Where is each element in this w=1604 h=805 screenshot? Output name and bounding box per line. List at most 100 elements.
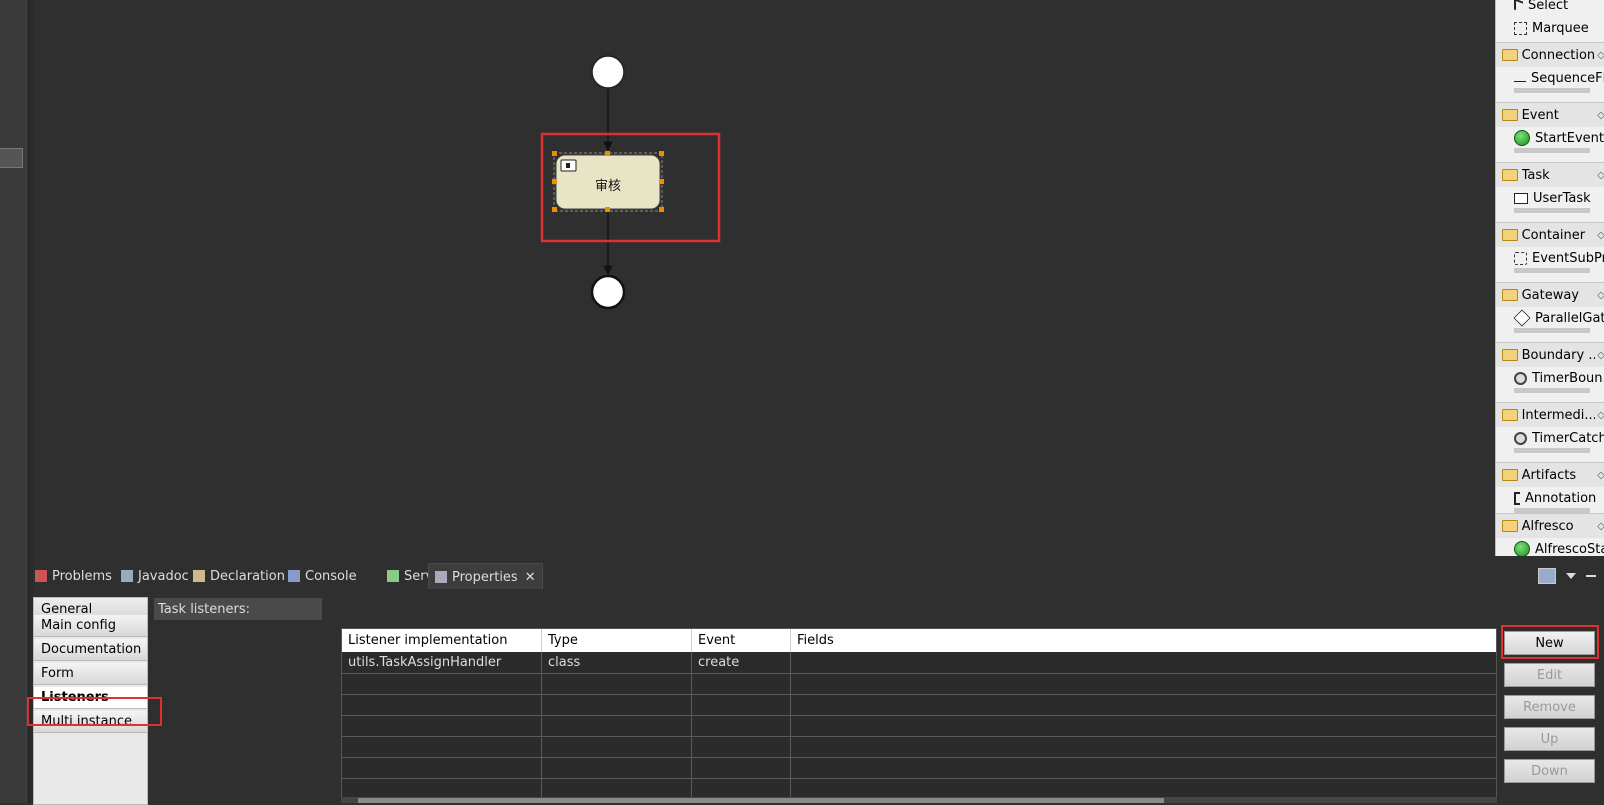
palette-more-items xyxy=(1514,328,1590,333)
close-icon[interactable]: ✕ xyxy=(525,570,536,585)
nav-item-documentation[interactable]: Documentation xyxy=(34,639,147,661)
palette-drawer-label: Task xyxy=(1521,167,1550,183)
view-menu-icon[interactable] xyxy=(1566,573,1576,579)
palette-tool-sequencefl[interactable]: SequenceFl... xyxy=(1496,67,1604,89)
table-row[interactable] xyxy=(342,736,1496,758)
nav-item-label: Form xyxy=(41,666,74,681)
palette-tool-timercatchi[interactable]: TimerCatchi... xyxy=(1496,427,1604,449)
nav-item-form[interactable]: Form xyxy=(34,663,147,685)
timer-icon xyxy=(1514,431,1527,445)
down-button[interactable]: Down xyxy=(1504,759,1595,783)
palette-drawer-event[interactable]: Event ◇ xyxy=(1496,102,1604,127)
palette-drawer-alfresco[interactable]: Alfresco ◇ xyxy=(1496,513,1604,538)
table-cell xyxy=(542,736,692,757)
palette-drawer-boundary[interactable]: Boundary ...◇ xyxy=(1496,342,1604,367)
tab-label: Properties xyxy=(452,569,518,585)
drawer-pin-icon[interactable]: ◇ xyxy=(1597,350,1604,361)
drawer-pin-icon[interactable]: ◇ xyxy=(1597,170,1604,181)
palette-tool-startevent[interactable]: StartEvent xyxy=(1496,127,1604,149)
column-header[interactable]: Listener implementation xyxy=(342,629,542,652)
diagram-canvas[interactable]: 审核 xyxy=(33,0,1495,556)
tab-console[interactable]: Console xyxy=(288,563,357,589)
palette-drawer-container[interactable]: Container ◇ xyxy=(1496,222,1604,247)
user-task-label: 审核 xyxy=(595,179,621,194)
table-row[interactable] xyxy=(342,673,1496,695)
up-button[interactable]: Up xyxy=(1504,727,1595,751)
palette-drawer-gateway[interactable]: Gateway ◇ xyxy=(1496,282,1604,307)
remove-button[interactable]: Remove xyxy=(1504,695,1595,719)
table-cell xyxy=(542,778,692,799)
left-panel-tab[interactable] xyxy=(0,148,23,168)
tab-problems[interactable]: Problems xyxy=(35,563,112,589)
column-header[interactable]: Type xyxy=(542,629,692,652)
table-cell xyxy=(692,757,791,778)
drawer-pin-icon[interactable]: ◇ xyxy=(1597,521,1604,532)
minimize-icon[interactable] xyxy=(1586,575,1596,577)
table-row[interactable] xyxy=(342,757,1496,779)
table-cell xyxy=(791,715,1496,736)
green-circle-icon xyxy=(1514,541,1530,556)
table-cell: create xyxy=(692,652,791,673)
palette-tool-marquee[interactable]: Marquee xyxy=(1496,17,1604,39)
column-header[interactable]: Event xyxy=(692,629,791,652)
drawer-pin-icon[interactable]: ◇ xyxy=(1597,410,1604,421)
view-tab-bar: ProblemsJavadocDeclarationConsoleServers… xyxy=(33,563,1604,590)
tab-declaration[interactable]: Declaration xyxy=(193,563,285,589)
palette-tool-annotation[interactable]: Annotation xyxy=(1496,487,1604,509)
palette-more-items xyxy=(1514,448,1590,453)
drawer-pin-icon[interactable]: ◇ xyxy=(1597,470,1604,481)
palette-tool-timerboun[interactable]: TimerBoun... xyxy=(1496,367,1604,389)
palette-drawer-label: Artifacts xyxy=(1521,467,1577,483)
palette-drawer-connection[interactable]: Connection◇ xyxy=(1496,42,1604,67)
palette-tool-parallelgat[interactable]: ParallelGat... xyxy=(1496,307,1604,329)
listeners-table[interactable]: Listener implementation Type Event Fields ut… xyxy=(341,628,1497,803)
table-row[interactable] xyxy=(342,715,1496,737)
palette-tool-usertask[interactable]: UserTask xyxy=(1496,187,1604,209)
bracket-icon xyxy=(1514,491,1520,505)
problems-icon xyxy=(35,570,47,582)
palette-tool-eventsubpr[interactable]: EventSubPr... xyxy=(1496,247,1604,269)
palette-tool-label: EventSubPr... xyxy=(1532,250,1604,266)
drawer-pin-icon[interactable]: ◇ xyxy=(1597,230,1604,241)
table-cell xyxy=(542,715,692,736)
tab-label: Problems xyxy=(52,568,112,584)
table-cell xyxy=(692,736,791,757)
drawer-pin-icon[interactable]: ◇ xyxy=(1597,110,1604,121)
table-hscroll-thumb[interactable] xyxy=(358,798,1164,803)
edit-button[interactable]: Edit xyxy=(1504,663,1595,687)
nav-item-listeners[interactable]: Listeners xyxy=(34,687,147,709)
end-event[interactable] xyxy=(590,274,626,310)
tab-properties[interactable]: Properties ✕ xyxy=(428,563,543,590)
palette-tool-alfrescosta[interactable]: AlfrescoSta... xyxy=(1496,538,1604,556)
palette-tool-select[interactable]: Select xyxy=(1496,0,1604,16)
table-cell xyxy=(342,673,542,694)
palette-drawer-artifacts[interactable]: Artifacts ◇ xyxy=(1496,462,1604,487)
palette-drawer-task[interactable]: Task ◇ xyxy=(1496,162,1604,187)
tab-javadoc[interactable]: Javadoc xyxy=(121,563,189,589)
column-header[interactable]: Fields xyxy=(791,629,1496,652)
tab-label: Javadoc xyxy=(138,568,189,584)
drawer-pin-icon[interactable]: ◇ xyxy=(1597,290,1604,301)
folder-icon xyxy=(1502,469,1518,481)
open-console-icon[interactable] xyxy=(1538,568,1556,584)
table-row[interactable]: utils.TaskAssignHandler class create xyxy=(342,652,1496,674)
palette-more-items xyxy=(1514,148,1590,153)
table-row[interactable] xyxy=(342,694,1496,716)
cursor-icon xyxy=(1514,0,1523,13)
green-circle-icon xyxy=(1514,130,1530,146)
nav-empty-area xyxy=(34,739,147,804)
new-button[interactable]: New xyxy=(1504,631,1595,655)
palette-tool-label: AlfrescoSta... xyxy=(1535,541,1604,557)
nav-item-main-config[interactable]: Main config xyxy=(34,615,147,637)
drawer-pin-icon[interactable]: ◇ xyxy=(1597,50,1604,61)
start-event[interactable] xyxy=(591,55,625,89)
table-cell xyxy=(791,694,1496,715)
table-cell xyxy=(542,694,692,715)
palette-drawer-intermedi[interactable]: Intermedi...◇ xyxy=(1496,402,1604,427)
panel-separator[interactable] xyxy=(26,0,33,803)
palette-tool-label: Marquee xyxy=(1532,20,1589,36)
properties-nav: General Main config Documentation Form Liste… xyxy=(33,597,148,805)
folder-icon xyxy=(1502,409,1518,421)
nav-item-multi-instance[interactable]: Multi instance xyxy=(34,711,147,733)
table-cell xyxy=(791,736,1496,757)
